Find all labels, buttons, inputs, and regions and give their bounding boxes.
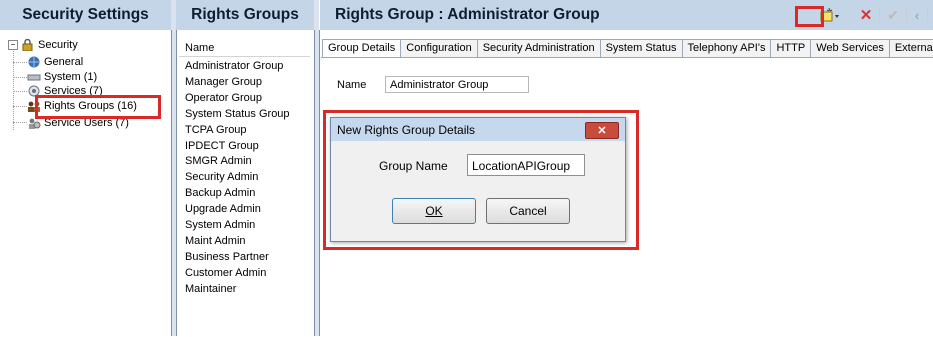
delete-icon: ✕ [859,7,873,24]
rights-group-item[interactable]: TCPA Group [185,124,247,136]
rights-group-item[interactable]: Administrator Group [185,60,283,72]
back-icon: ‹ [914,7,920,23]
rights-group-item[interactable]: System Admin [185,219,255,231]
rights-groups-header: Rights Groups [176,0,314,30]
tab-web-services[interactable]: Web Services [811,39,890,58]
rights-group-item[interactable]: Manager Group [185,76,262,88]
column-header-name[interactable]: Name [179,40,310,57]
rights-group-item[interactable]: Upgrade Admin [185,203,261,215]
rights-group-item[interactable]: Backup Admin [185,187,255,199]
rights-group-item[interactable]: Maintainer [185,283,236,295]
name-field[interactable]: Administrator Group [385,76,529,93]
rights-group-item[interactable]: SMGR Admin [185,155,252,167]
tree-item-general[interactable]: General [27,55,83,68]
tab-external[interactable]: External [889,39,933,58]
highlight-box [35,95,161,119]
delete-button[interactable]: ✕ [858,5,874,25]
tab-telephony-api-s[interactable]: Telephony API's [682,39,772,58]
rights-groups-list: Name Administrator Group Manager Group Ope… [176,30,313,336]
rights-group-item[interactable]: Customer Admin [185,267,266,279]
rights-group-item[interactable]: Security Admin [185,171,258,183]
lock-folder-icon [22,38,33,51]
highlight-box [323,110,639,250]
tree-label: System (1) [44,70,98,83]
globe-icon [28,56,40,67]
highlight-box [795,6,824,27]
rights-group-item[interactable]: Operator Group [185,92,262,104]
security-tree: − Security General System (1) Services (… [0,30,171,336]
tree-item-system[interactable]: System (1) [27,70,97,83]
tab-http[interactable]: HTTP [771,39,812,58]
check-icon: ✔ [887,6,899,23]
rights-group-item[interactable]: Business Partner [185,251,269,263]
toolbar: ✕ ✔ ‹ [818,4,933,26]
server-icon [27,74,41,80]
rights-group-item[interactable]: Maint Admin [185,235,246,247]
tab-configuration[interactable]: Configuration [401,39,478,58]
tab-strip: Group Details Configuration Security Admin… [322,39,933,58]
rights-group-item[interactable]: IPDECT Group [185,140,259,152]
tree-label: General [44,55,84,68]
security-settings-header: Security Settings [0,0,171,30]
tree-label: Security [38,38,78,51]
collapse-icon[interactable]: − [8,39,18,50]
tree-item-security[interactable]: − Security [8,38,78,51]
tab-security-administration[interactable]: Security Administration [477,39,601,58]
tab-system-status[interactable]: System Status [600,39,683,58]
back-button[interactable]: ‹ [912,5,922,25]
name-label: Name [337,79,367,91]
validate-button[interactable]: ✔ [885,5,901,25]
tab-group-details[interactable]: Group Details [322,39,402,58]
rights-group-item[interactable]: System Status Group [185,108,290,120]
